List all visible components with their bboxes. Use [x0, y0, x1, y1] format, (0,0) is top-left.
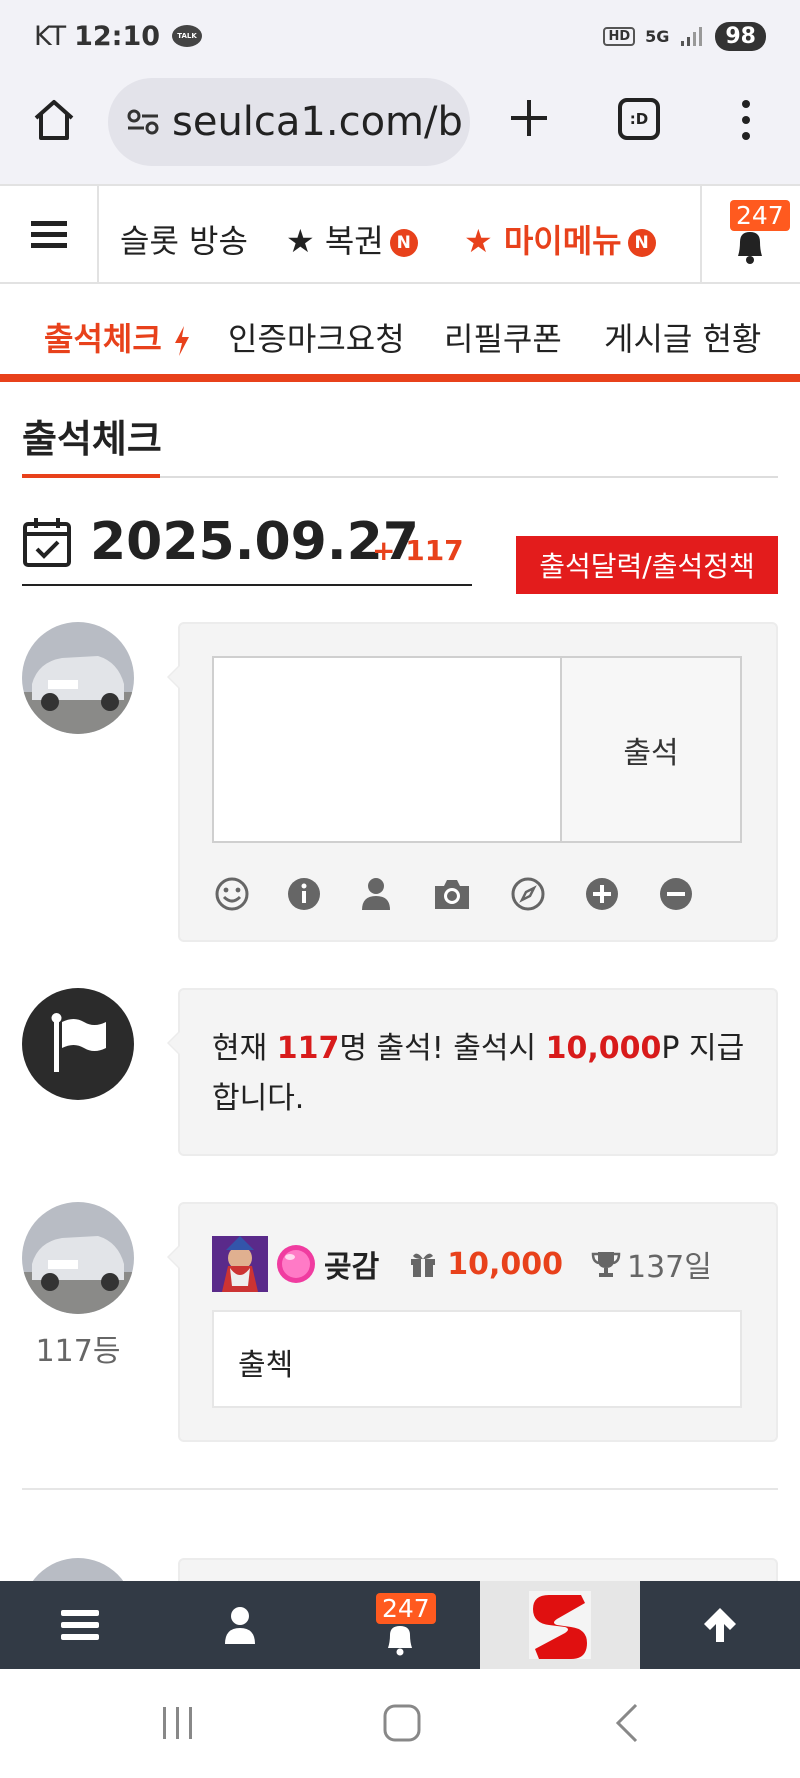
new-badge: N	[627, 229, 656, 257]
notice-points: 10,000	[545, 1031, 662, 1066]
notification-count-badge: 247	[376, 1593, 436, 1624]
collapse-icon[interactable]	[658, 876, 694, 912]
notice-prefix: 현재	[212, 1031, 277, 1066]
tab-label: 출석체크	[44, 320, 162, 358]
status-indicators: HD 5G 98	[603, 21, 766, 51]
new-tab-icon[interactable]	[503, 92, 555, 144]
site-settings-icon[interactable]	[126, 107, 160, 137]
user-icon[interactable]	[358, 876, 394, 912]
tab-switcher-button[interactable]: :D	[618, 98, 660, 140]
gift-icon	[411, 1253, 436, 1277]
tab-refill-coupon[interactable]: 리필쿠폰	[444, 314, 562, 360]
info-icon[interactable]	[286, 876, 322, 912]
user-icon	[225, 1607, 255, 1644]
attendance-notice: 현재 117명 출석! 출석시 10,000P 지급합니다.	[212, 1024, 752, 1124]
notice-mid: 명 출석! 출석시	[339, 1031, 546, 1066]
back-nav-icon[interactable]	[612, 1703, 642, 1743]
url-text: seulca1.com/b	[172, 99, 463, 145]
nav-item-label: 슬롯 방송	[120, 222, 248, 260]
bottom-toolbar: 247	[0, 1581, 800, 1669]
title-accent-bar	[22, 474, 160, 478]
entry-divider	[22, 1488, 778, 1490]
home-icon[interactable]	[30, 96, 78, 144]
trophy-icon	[591, 1252, 621, 1277]
clock: 12:10	[74, 20, 161, 52]
site-nav: 슬롯 방송 ★ 복권 N ★ 마이메뉴 N 247	[0, 184, 800, 284]
android-navigation-bar	[0, 1669, 800, 1778]
notifications-button[interactable]: 247	[700, 186, 800, 284]
date-row: 2025.09.27 + 117	[22, 512, 472, 586]
entry-avatar[interactable]	[22, 1202, 134, 1314]
browser-toolbar: seulca1.com/b :D	[0, 72, 800, 184]
signal-icon	[681, 27, 703, 46]
site-logo-button[interactable]	[480, 1581, 640, 1669]
nav-item-label: ★ 복권	[286, 222, 384, 260]
pink-gem-icon	[277, 1245, 315, 1283]
recent-apps-icon[interactable]	[160, 1705, 196, 1741]
attendance-count: + 117	[372, 534, 464, 567]
battery-indicator: 98	[715, 21, 766, 51]
home-nav-icon[interactable]	[382, 1703, 422, 1743]
tab-certification-request[interactable]: 인증마크요청	[228, 314, 405, 360]
tab-attendance-check[interactable]: 출석체크	[44, 314, 191, 360]
arrow-up-icon	[704, 1608, 736, 1642]
status-bar: KT 12:10 TALK HD 5G 98	[0, 0, 800, 72]
notice-avatar	[22, 988, 134, 1100]
network-type-icon: 5G	[645, 26, 670, 46]
attendance-calendar-button[interactable]: 출석달력/출석정책	[516, 536, 778, 594]
tab-post-status[interactable]: 게시글 현황	[604, 314, 761, 360]
camera-icon[interactable]	[432, 876, 472, 912]
entry-user-row: 곶감 10,000 137일	[212, 1236, 712, 1292]
kakaotalk-icon: TALK	[172, 25, 203, 47]
bottom-notifications-button[interactable]: 247	[320, 1581, 480, 1669]
entry-points: 10,000	[447, 1246, 563, 1282]
page-title: 출석체크	[22, 417, 162, 461]
nav-item-slot-broadcast[interactable]: 슬롯 방송	[120, 216, 248, 262]
carrier-label: KT	[34, 20, 67, 52]
address-bar[interactable]: seulca1.com/b	[108, 78, 470, 166]
scroll-top-button[interactable]	[640, 1581, 800, 1669]
compass-icon[interactable]	[510, 876, 546, 912]
hamburger-menu-button[interactable]	[0, 186, 99, 284]
flag-icon	[51, 1013, 106, 1072]
entry-message: 출첵	[212, 1310, 742, 1408]
comment-textarea[interactable]	[212, 656, 562, 843]
nav-item-label: ★ 마이메뉴	[464, 222, 622, 260]
entry-days: 137일	[626, 1250, 712, 1285]
list-icon	[61, 1610, 99, 1640]
new-badge: N	[389, 229, 418, 257]
entry-username[interactable]: 곶감	[324, 1242, 379, 1286]
more-menu-icon[interactable]	[736, 96, 756, 144]
title-divider	[22, 474, 778, 478]
sub-nav: 출석체크 인증마크요청 리필쿠폰 게시글 현황	[0, 284, 800, 382]
hd-icon: HD	[603, 26, 636, 46]
lightning-icon	[174, 326, 189, 356]
attendance-date: 2025.09.27	[90, 512, 419, 572]
emoji-icon[interactable]	[214, 876, 250, 912]
bell-icon	[388, 1626, 412, 1656]
my-avatar	[22, 622, 134, 734]
notification-count-badge: 247	[730, 200, 790, 231]
nav-item-lottery[interactable]: ★ 복권 N	[286, 216, 418, 262]
hamburger-icon	[30, 221, 67, 248]
entry-rank: 117등	[35, 1334, 121, 1369]
attendance-submit-button[interactable]: 출석	[562, 656, 742, 843]
bottom-profile-button[interactable]	[160, 1581, 320, 1669]
expand-icon[interactable]	[584, 876, 620, 912]
calendar-check-icon	[23, 518, 71, 567]
nav-item-my-menu[interactable]: ★ 마이메뉴 N	[464, 216, 656, 262]
user-level-icon	[212, 1236, 268, 1292]
screen: { "status_bar": { "carrier": "KT", "time…	[0, 0, 800, 1778]
bell-icon	[738, 232, 762, 264]
bottom-menu-button[interactable]	[0, 1581, 160, 1669]
notice-count: 117	[276, 1031, 340, 1066]
site-logo	[529, 1591, 591, 1659]
